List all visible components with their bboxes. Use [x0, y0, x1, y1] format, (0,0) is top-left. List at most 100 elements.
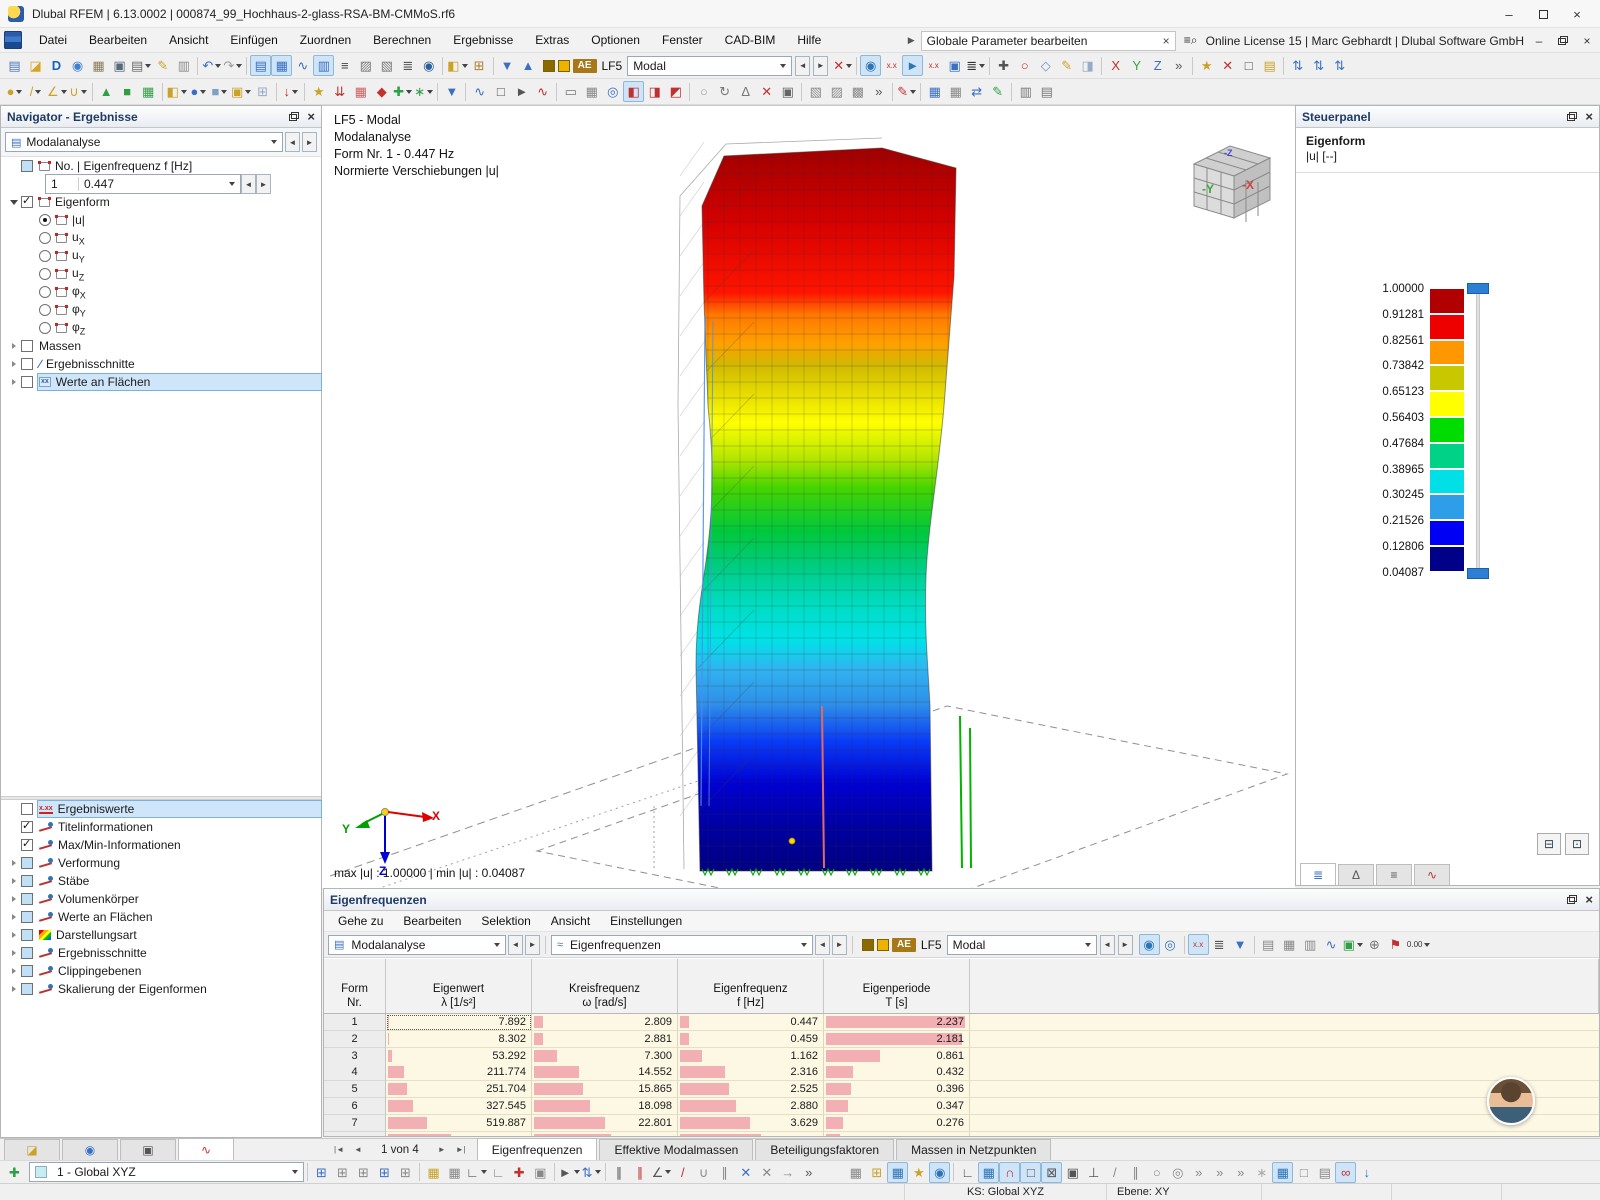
tree-item-titelinformationen[interactable]: Titelinformationen	[1, 818, 321, 836]
table-menu-gehezu[interactable]: Gehe zu	[328, 912, 393, 930]
wave-results-button[interactable]: ∿	[532, 81, 553, 102]
open-model-button[interactable]: ◪	[25, 55, 46, 76]
guide-angle-button[interactable]: ∠	[651, 1162, 673, 1183]
navigator-toggle-button[interactable]: ▥	[313, 55, 334, 76]
grid-toggle-button[interactable]: ▦	[1272, 1162, 1293, 1183]
table-row[interactable]: 17.8922.8090.4472.237	[324, 1014, 1599, 1031]
component-ux[interactable]: uX	[1, 229, 321, 247]
table-row[interactable]: 6327.54518.0982.8800.347	[324, 1098, 1599, 1115]
menu-berechnen[interactable]: Berechnen	[362, 30, 442, 50]
expander-icon[interactable]	[7, 195, 21, 209]
clip-x-button[interactable]: ◧	[623, 81, 644, 102]
tree-item-massen-checkbox[interactable]	[21, 340, 33, 352]
doc-extra-button[interactable]: ▤	[1036, 81, 1057, 102]
guide-x2-button[interactable]: ✕	[756, 1162, 777, 1183]
component-phix[interactable]: φX	[1, 283, 321, 301]
navigator-tab-views[interactable]: ▣	[120, 1139, 176, 1160]
window-close-button[interactable]: ×	[1560, 0, 1594, 28]
surface-load-button[interactable]: ▦	[350, 81, 371, 102]
guide-point-button[interactable]: →	[777, 1162, 798, 1183]
cube-face-top[interactable]: -Z	[1224, 148, 1233, 158]
expander-icon[interactable]	[7, 910, 21, 924]
isometric-view-button[interactable]: ◇	[1035, 55, 1056, 76]
last-page-button[interactable]: ►|	[453, 1142, 469, 1157]
tree-item-darstellungsart[interactable]: Darstellungsart	[1, 926, 321, 944]
mirror-button[interactable]: Δ	[735, 81, 756, 102]
component-uy-radio[interactable]	[39, 250, 51, 262]
value-cell[interactable]: 2.525	[678, 1081, 824, 1098]
renumber-3-button[interactable]: ⇅	[1329, 55, 1350, 76]
coordinate-system-combo[interactable]: 1 - Global XYZ	[29, 1162, 304, 1182]
object-snap-button[interactable]: ▦	[845, 1162, 866, 1183]
line-load-button[interactable]: ◆	[371, 81, 392, 102]
solid-new-button[interactable]: ■	[209, 81, 230, 102]
support-avatar[interactable]	[1487, 1077, 1535, 1125]
global-params-close-icon[interactable]: ×	[1163, 34, 1170, 48]
grid-button[interactable]: ▦	[581, 81, 602, 102]
expander-icon[interactable]	[7, 964, 21, 978]
layer-stack-button[interactable]: ▩	[847, 81, 868, 102]
window-minimize-button[interactable]: –	[1492, 0, 1526, 28]
guide-x-button[interactable]: ✕	[735, 1162, 756, 1183]
tree-item-eigenfrequenz-checkbox[interactable]	[21, 160, 33, 172]
flag-button[interactable]: ⚑	[1385, 934, 1406, 955]
print-frame-button[interactable]: □	[490, 81, 511, 102]
line-new-button[interactable]: /	[25, 81, 46, 102]
table-result-next-button[interactable]: ►	[832, 935, 847, 955]
next-page-button[interactable]: ►	[434, 1142, 450, 1157]
tree-item-staebe-checkbox[interactable]	[21, 875, 33, 887]
value-cell[interactable]: 1.162	[678, 1048, 824, 1065]
menu-fenster[interactable]: Fenster	[651, 30, 714, 50]
filter-rows-button[interactable]: ▼	[1230, 934, 1251, 955]
toolbar-overflow-icon[interactable]: ▶	[908, 35, 915, 46]
pan-mode-button[interactable]: ✚	[993, 55, 1014, 76]
layer-1-button[interactable]: ▧	[805, 81, 826, 102]
paint-button[interactable]: ✎	[987, 81, 1008, 102]
imperfection-button[interactable]: ✚	[392, 81, 413, 102]
layer-lock-button[interactable]: ▨	[826, 81, 847, 102]
table-view-button[interactable]: ▤	[1258, 934, 1279, 955]
window-maximize-button[interactable]	[1526, 0, 1560, 28]
value-cell[interactable]: 7.300	[532, 1048, 678, 1065]
result-diagram-button[interactable]: ∿	[469, 81, 490, 102]
menu-datei[interactable]: Datei	[28, 30, 78, 50]
panel-collapse-button[interactable]: ⊟	[1537, 833, 1561, 855]
extension-2-button[interactable]: »	[1209, 1162, 1230, 1183]
workplane-center-button[interactable]: ⊞	[395, 1162, 416, 1183]
analysis-type-combo[interactable]: ▤ Modalanalyse	[5, 132, 283, 152]
ifc-import-button[interactable]: ▦	[88, 55, 109, 76]
render-settings-button[interactable]: ▣	[777, 81, 798, 102]
save-button[interactable]: ▣	[109, 55, 130, 76]
surface-select-button[interactable]: ◧	[446, 55, 468, 76]
table-row[interactable]: 5251.70415.8652.5250.396	[324, 1081, 1599, 1098]
detach-button[interactable]: ○	[693, 81, 714, 102]
result-tree-button[interactable]: ≣	[1209, 934, 1230, 955]
unpin-view-button[interactable]: ▲	[518, 55, 539, 76]
sync-model-button[interactable]: ◉	[1139, 934, 1160, 955]
copy-format-button[interactable]: ▥	[1015, 81, 1036, 102]
delete-results-button[interactable]: ✕	[1217, 55, 1238, 76]
tree-item-werte-an-flaechen-2[interactable]: Werte an Flächen	[1, 908, 321, 926]
table-row[interactable]: 7519.88722.8013.6290.276	[324, 1115, 1599, 1132]
table-tab-effektivemodalmassen[interactable]: Effektive Modalmassen	[599, 1139, 753, 1160]
menu-bearbeiten[interactable]: Bearbeiten	[78, 30, 158, 50]
polyline-new-button[interactable]: ∠	[46, 81, 68, 102]
more-views-button[interactable]: »	[1168, 55, 1189, 76]
member-set-button[interactable]: ■	[117, 81, 138, 102]
dim-lock-button[interactable]: ∟	[465, 1162, 488, 1183]
table-row[interactable]: 28.3022.8810.4592.181	[324, 1031, 1599, 1048]
section-panel-button[interactable]: ⊞	[469, 55, 490, 76]
member-table-button[interactable]: ▦	[138, 81, 159, 102]
cross-snap-button[interactable]: ⊠	[1041, 1162, 1062, 1183]
tree-item-titelinformationen-checkbox[interactable]	[21, 821, 33, 833]
navigator-tab-data[interactable]: ◪	[4, 1139, 60, 1160]
value-cell[interactable]: 251.704	[386, 1081, 532, 1098]
table-result-prev-button[interactable]: ◄	[815, 935, 830, 955]
navigator-tab-results[interactable]: ∿	[178, 1138, 234, 1160]
loadcase-combo[interactable]: Modal	[627, 56, 792, 76]
table-menu-selektion[interactable]: Selektion	[471, 912, 540, 930]
workplane-offset-button[interactable]: ⊞	[311, 1162, 332, 1183]
funnel-filter-button[interactable]: ▼	[441, 81, 462, 102]
sphere-new-button[interactable]: ●	[188, 81, 209, 102]
view-edit-button[interactable]: ✎	[1056, 55, 1077, 76]
